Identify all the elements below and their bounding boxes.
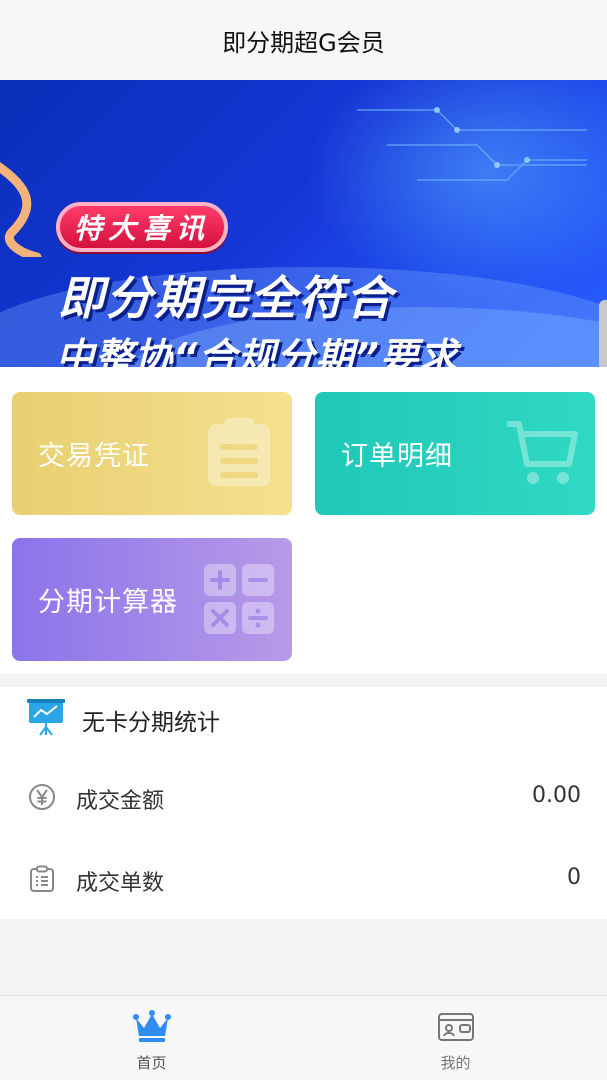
clipboard-icon bbox=[208, 418, 270, 486]
calculator-icon bbox=[204, 564, 274, 634]
app-header: 即分期超G会员 bbox=[0, 0, 607, 80]
list-icon bbox=[30, 865, 54, 892]
tile-label: 交易凭证 bbox=[38, 441, 150, 472]
circuit-lines-decoration bbox=[357, 107, 587, 181]
presentation-chart-icon bbox=[27, 699, 65, 736]
tab-label: 首页 bbox=[136, 1054, 167, 1072]
ribbon-decoration bbox=[0, 162, 42, 257]
tile-label: 分期计算器 bbox=[38, 587, 178, 618]
installment-calculator-tile[interactable]: 分期计算器 bbox=[12, 538, 292, 661]
banner-subheadline: 中整协“合规分期”要求 bbox=[56, 335, 458, 367]
page-title: 即分期超G会员 bbox=[222, 28, 385, 57]
stat-row-count: 成交单数 0 bbox=[0, 839, 607, 919]
card-free-installment-stats: 无卡分期统计 成交金额 0.00 成交单数 0 bbox=[0, 687, 607, 919]
feature-tiles: 交易凭证 订单明细 分期计算器 bbox=[0, 367, 607, 674]
promo-banner[interactable]: 特大喜讯 即分期完全符合 中整协“合规分期”要求 bbox=[0, 80, 607, 367]
cart-icon bbox=[507, 421, 578, 484]
tab-label: 我的 bbox=[440, 1054, 471, 1072]
banner-headline: 即分期完全符合 bbox=[58, 271, 394, 325]
crown-icon bbox=[132, 1010, 171, 1042]
wallet-icon bbox=[437, 1013, 474, 1041]
stat-row-amount: 成交金额 0.00 bbox=[0, 757, 607, 837]
order-details-tile[interactable]: 订单明细 bbox=[315, 392, 595, 515]
tile-label: 订单明细 bbox=[341, 441, 453, 472]
stat-value: 0.00 bbox=[532, 783, 581, 808]
stat-label: 成交金额 bbox=[76, 789, 165, 814]
transaction-voucher-tile[interactable]: 交易凭证 bbox=[12, 392, 292, 515]
stats-header: 无卡分期统计 bbox=[0, 687, 607, 753]
tab-home[interactable]: 首页 bbox=[0, 996, 303, 1080]
stat-value: 0 bbox=[567, 865, 581, 890]
yen-icon bbox=[29, 784, 55, 810]
stats-title: 无卡分期统计 bbox=[82, 710, 220, 736]
stat-label: 成交单数 bbox=[76, 871, 165, 896]
tab-mine[interactable]: 我的 bbox=[304, 996, 607, 1080]
banner-badge: 特大喜讯 bbox=[56, 202, 229, 252]
bottom-tab-bar: 首页 我的 bbox=[0, 995, 607, 1080]
